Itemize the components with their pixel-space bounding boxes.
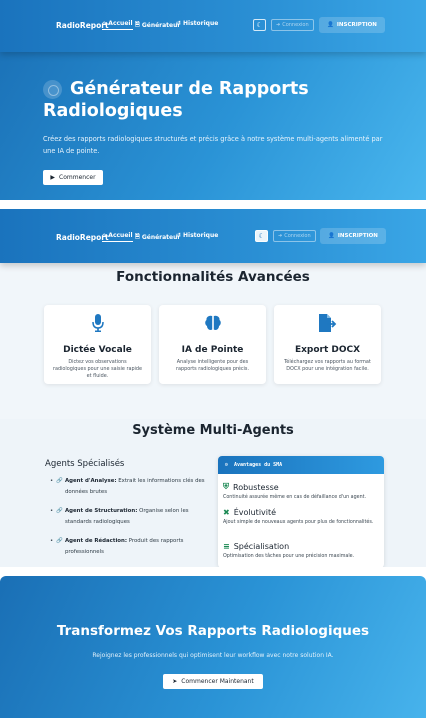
agents-subtitle: Agents Spécialisés: [45, 459, 125, 469]
start-now-button[interactable]: ➤ Commencer Maintenant: [163, 674, 263, 689]
signup-button[interactable]: 👤 INSCRIPTION: [319, 17, 385, 33]
feature-card-title: Dictée Vocale: [63, 345, 132, 355]
link-icon: 🔗: [56, 538, 63, 544]
feature-card-title: Export DOCX: [294, 345, 361, 355]
brain-icon: [159, 314, 266, 332]
advantage-evolutivite: ✖ Évolutivité Ajout simple de nouveaux ag…: [223, 508, 381, 526]
agent-item-analyse: • 🔗 Agent d'Analyse: Extrait les informa…: [50, 478, 205, 495]
features-title: Fonctionnalités Avancées: [116, 269, 310, 285]
agent-name: Agent de Structuration:: [65, 508, 138, 514]
sma-header: ⚙ Avantages du SMA: [218, 456, 384, 474]
link-icon: 🔗: [56, 508, 63, 514]
start-button[interactable]: ▶ Commencer: [43, 170, 103, 185]
home-icon: ⌂: [102, 232, 107, 239]
login-icon: ➜: [278, 233, 283, 239]
rocket-icon: ➤: [172, 678, 178, 685]
agent-item-structuration: • 🔗 Agent de Structuration: Organise sel…: [50, 508, 189, 525]
advantage-desc: Optimisation des tâches pour une précisi…: [223, 554, 355, 559]
nav-link-generateur[interactable]: 🗎 Générateur: [135, 232, 180, 242]
microphone-icon: [44, 314, 151, 332]
file-export-icon: [274, 314, 381, 332]
list-icon: ≡: [223, 542, 230, 551]
cta-section: Transformez Vos Rapports Radiologiques R…: [0, 576, 426, 718]
advantage-desc: Continuité assurée même en cas de défail…: [223, 495, 367, 500]
login-button[interactable]: ➜ Connexion: [273, 230, 316, 242]
feature-card-docx: Export DOCX Téléchargez vos rapports au …: [274, 305, 381, 384]
link-icon: 🔗: [56, 478, 63, 484]
theme-toggle-button[interactable]: ☾: [255, 230, 268, 242]
play-icon: ▶: [50, 174, 56, 181]
advantage-specialisation: ≡ Spécialisation Optimisation des tâches …: [223, 542, 381, 560]
sma-advantages-card: ⚙ Avantages du SMA ⛨ Robustesse Continuit…: [218, 456, 384, 567]
features-section: RadioReport ⌂ Accueil 🗎 Générateur ↺ His…: [0, 209, 426, 419]
nav-link-historique[interactable]: ↺ Historique: [176, 232, 218, 239]
nav-link-accueil[interactable]: ⌂ Accueil: [102, 20, 133, 30]
moon-icon: ☾: [258, 232, 265, 240]
theme-toggle-button[interactable]: ☾: [253, 19, 266, 31]
nav-link-accueil[interactable]: ⌂ Accueil: [102, 232, 133, 242]
advantage-desc: Ajout simple de nouveaux agents pour plu…: [223, 520, 374, 525]
agent-item-redaction: • 🔗 Agent de Rédaction: Produit des rapp…: [50, 538, 184, 555]
moon-icon: ☾: [256, 21, 263, 29]
signup-button[interactable]: 👤 INSCRIPTION: [320, 228, 386, 244]
agent-name: Agent d'Analyse:: [65, 478, 117, 484]
login-button[interactable]: ➜ Connexion: [271, 19, 314, 31]
user-plus-icon: 👤: [328, 233, 335, 239]
feature-card-ia: IA de Pointe Analyse intelligente pour d…: [159, 305, 266, 384]
history-icon: ↺: [176, 20, 182, 27]
nav-link-generateur[interactable]: 🗎 Générateur: [135, 20, 180, 30]
file-icon: 🗎: [135, 21, 140, 28]
puzzle-icon: ✖: [223, 508, 230, 517]
navbar-duplicate: RadioReport ⌂ Accueil 🗎 Générateur ↺ His…: [0, 209, 426, 263]
feature-card-desc: Téléchargez vos rapports au format DOCX …: [284, 359, 371, 373]
cta-title: Transformez Vos Rapports Radiologiques: [56, 623, 370, 639]
file-icon: 🗎: [135, 233, 140, 240]
cta-subtitle: Rejoignez les professionnels qui optimis…: [92, 652, 334, 659]
advantage-robustesse: ⛨ Robustesse Continuité assurée même en c…: [223, 482, 381, 501]
brand-logo[interactable]: RadioReport: [56, 233, 109, 242]
history-icon: ↺: [176, 232, 182, 239]
agent-name: Agent de Rédaction:: [65, 538, 127, 544]
home-icon: ⌂: [102, 20, 107, 27]
feature-card-title: IA de Pointe: [181, 345, 244, 355]
user-plus-icon: 👤: [327, 22, 334, 28]
hero-title: Générateur de Rapports Radiologiques: [43, 79, 309, 121]
multi-agent-title: Système Multi-Agents: [132, 423, 294, 438]
multi-agent-section: Système Multi-Agents Agents Spécialisés …: [0, 419, 426, 567]
feature-card-desc: Dictez vos observations radiologiques po…: [52, 359, 143, 380]
feature-card-dictee: Dictée Vocale Dictez vos observations ra…: [44, 305, 151, 384]
brand-logo[interactable]: RadioReport: [56, 21, 109, 30]
login-icon: ➜: [276, 22, 281, 28]
nav-link-historique[interactable]: ↺ Historique: [176, 20, 218, 27]
navbar: RadioReport ⌂ Accueil 🗎 Générateur ↺ His…: [0, 0, 426, 52]
hero-section: RadioReport ⌂ Accueil 🗎 Générateur ↺ His…: [0, 0, 426, 200]
network-icon: ⚙: [225, 462, 229, 468]
hero-subtitle: Créez des rapports radiologiques structu…: [43, 135, 383, 155]
feature-card-desc: Analyse intelligente pour des rapports r…: [176, 359, 249, 373]
shield-icon: ⛨: [223, 482, 229, 491]
